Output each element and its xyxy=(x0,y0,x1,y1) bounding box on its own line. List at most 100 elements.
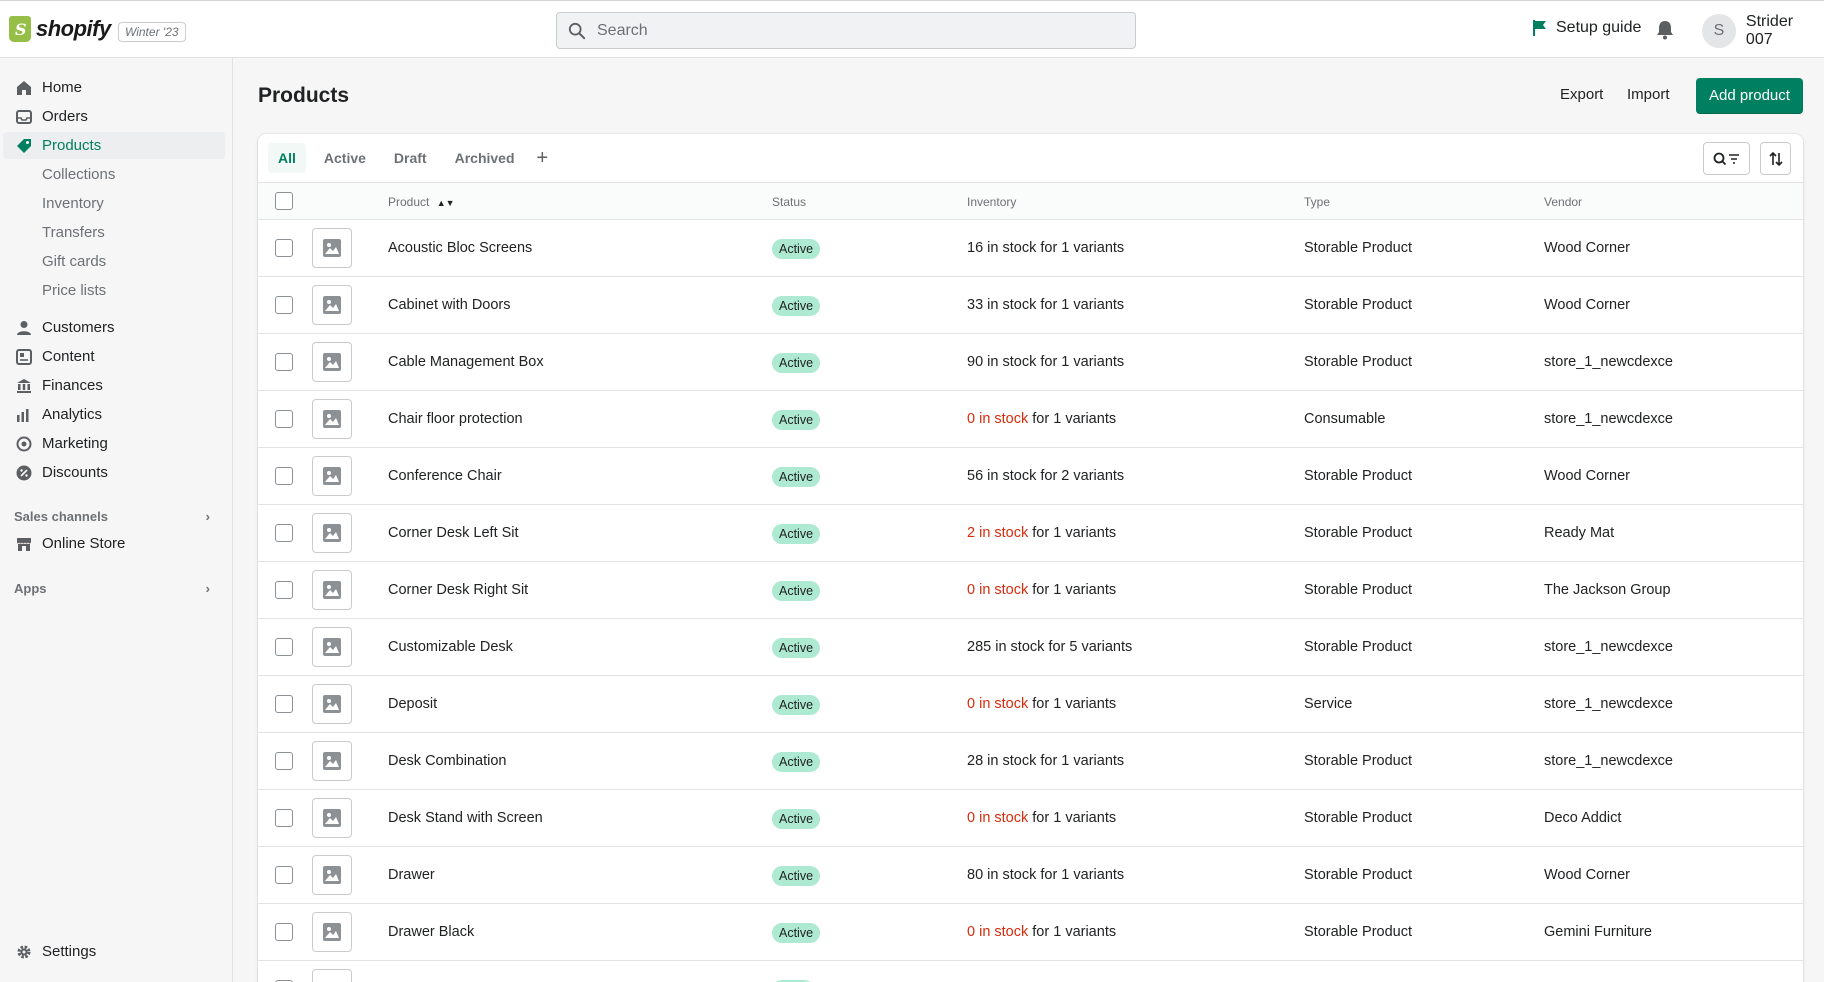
product-name[interactable]: Acoustic Bloc Screens xyxy=(388,240,532,256)
table-row[interactable]: Acoustic Bloc Screens Active 16 in stock f… xyxy=(258,220,1803,277)
sidebar-item-analytics[interactable]: Analytics xyxy=(3,401,225,428)
sidebar-item-content[interactable]: Content xyxy=(3,343,225,370)
product-name[interactable]: Customizable Desk xyxy=(388,639,513,655)
product-thumbnail[interactable] xyxy=(312,855,352,895)
table-row[interactable]: Customizable Desk Active 285 in stock for … xyxy=(258,619,1803,676)
row-checkbox[interactable] xyxy=(275,353,293,371)
export-button[interactable]: Export xyxy=(1560,86,1603,103)
search-filter-button[interactable] xyxy=(1703,142,1750,175)
product-name[interactable]: Drawer Black xyxy=(388,924,474,940)
tab-draft[interactable]: Draft xyxy=(384,143,437,173)
chevron-right-icon: › xyxy=(205,581,210,596)
table-row[interactable]: Drawer Black Active 0 in stock for 1 varia… xyxy=(258,904,1803,961)
sidebar-item-finances[interactable]: Finances xyxy=(3,372,225,399)
sidebar-item-home[interactable]: Home xyxy=(3,74,225,101)
user-menu[interactable]: S Strider 007 xyxy=(1702,13,1824,49)
product-name[interactable]: Chair floor protection xyxy=(388,411,523,427)
product-thumbnail[interactable] xyxy=(312,342,352,382)
sort-button[interactable] xyxy=(1760,142,1791,175)
sidebar-item-orders[interactable]: Orders xyxy=(3,103,225,130)
sidebar-item-marketing[interactable]: Marketing xyxy=(3,430,225,457)
row-checkbox[interactable] xyxy=(275,695,293,713)
sales-channels-header[interactable]: Sales channels › xyxy=(14,509,210,524)
user-name: Strider 007 xyxy=(1745,13,1794,48)
sidebar-item-collections[interactable]: Collections xyxy=(3,161,225,188)
image-placeholder-icon xyxy=(323,353,341,371)
row-checkbox[interactable] xyxy=(275,524,293,542)
tab-all[interactable]: All xyxy=(268,143,306,173)
product-thumbnail[interactable] xyxy=(312,228,352,268)
product-thumbnail[interactable] xyxy=(312,912,352,952)
product-name[interactable]: Deposit xyxy=(388,696,437,712)
product-type: Storable Product xyxy=(1304,297,1413,313)
product-name[interactable]: Cable Management Box xyxy=(388,354,544,370)
product-name[interactable]: Corner Desk Left Sit xyxy=(388,525,519,541)
stock-count: 90 in stock xyxy=(967,354,1037,370)
sidebar-item-settings[interactable]: Settings xyxy=(3,938,225,965)
column-product[interactable]: Product ▲▼ xyxy=(388,195,455,209)
row-checkbox[interactable] xyxy=(275,923,293,941)
row-checkbox[interactable] xyxy=(275,239,293,257)
column-label: Product xyxy=(388,195,430,209)
row-checkbox[interactable] xyxy=(275,296,293,314)
product-thumbnail[interactable] xyxy=(312,513,352,553)
variant-count: for 1 variants xyxy=(1028,924,1117,940)
add-product-button[interactable]: Add product xyxy=(1696,78,1803,114)
product-thumbnail[interactable] xyxy=(312,285,352,325)
row-checkbox[interactable] xyxy=(275,752,293,770)
tab-archived[interactable]: Archived xyxy=(445,143,525,173)
product-name[interactable]: Desk Combination xyxy=(388,753,506,769)
table-row[interactable]: Deposit Active 0 in stock for 1 variants Se… xyxy=(258,676,1803,733)
row-checkbox[interactable] xyxy=(275,638,293,656)
sidebar-item-transfers[interactable]: Transfers xyxy=(3,219,225,246)
product-thumbnail[interactable] xyxy=(312,798,352,838)
sidebar-item-customers[interactable]: Customers xyxy=(3,314,225,341)
row-checkbox[interactable] xyxy=(275,467,293,485)
product-thumbnail[interactable] xyxy=(312,570,352,610)
table-row[interactable]: Drawer Active 80 in stock for 1 variants St… xyxy=(258,847,1803,904)
product-name[interactable]: Conference Chair xyxy=(388,468,502,484)
sidebar-item-label: Analytics xyxy=(42,406,103,423)
image-placeholder-icon xyxy=(323,809,341,827)
apps-header[interactable]: Apps › xyxy=(14,581,210,596)
product-thumbnail[interactable] xyxy=(312,684,352,724)
row-checkbox[interactable] xyxy=(275,866,293,884)
product-thumbnail[interactable] xyxy=(312,627,352,667)
sidebar-item-discounts[interactable]: Discounts xyxy=(3,459,225,486)
product-name[interactable]: Corner Desk Right Sit xyxy=(388,582,528,598)
import-button[interactable]: Import xyxy=(1627,86,1670,103)
table-row[interactable]: Chair floor protection Active 0 in stock f… xyxy=(258,391,1803,448)
product-thumbnail[interactable] xyxy=(312,399,352,439)
row-checkbox[interactable] xyxy=(275,809,293,827)
table-row[interactable]: Cable Management Box Active 90 in stock fo… xyxy=(258,334,1803,391)
bar-chart-icon xyxy=(17,409,29,422)
table-row[interactable]: Desk Stand with Screen Active 0 in stock f… xyxy=(258,790,1803,847)
product-name[interactable]: Desk Stand with Screen xyxy=(388,810,543,826)
search-input[interactable]: Search xyxy=(556,12,1136,49)
select-all-checkbox[interactable] xyxy=(275,192,293,210)
setup-guide-button[interactable]: Setup guide xyxy=(1532,19,1641,37)
status-badge: Active xyxy=(772,353,821,373)
tab-active[interactable]: Active xyxy=(314,143,376,173)
notifications-bell-icon[interactable] xyxy=(1656,20,1674,45)
sidebar-item-price-lists[interactable]: Price lists xyxy=(3,277,225,304)
table-row[interactable] xyxy=(258,961,1803,982)
product-thumbnail[interactable] xyxy=(312,969,352,982)
product-thumbnail[interactable] xyxy=(312,741,352,781)
row-checkbox[interactable] xyxy=(275,410,293,428)
table-row[interactable]: Corner Desk Right Sit Active 0 in stock fo… xyxy=(258,562,1803,619)
shopify-logo[interactable]: shopify xyxy=(9,16,111,42)
product-thumbnail[interactable] xyxy=(312,456,352,496)
table-row[interactable]: Corner Desk Left Sit Active 2 in stock for… xyxy=(258,505,1803,562)
sidebar-item-inventory[interactable]: Inventory xyxy=(3,190,225,217)
product-name[interactable]: Cabinet with Doors xyxy=(388,297,511,313)
sidebar-item-gift-cards[interactable]: Gift cards xyxy=(3,248,225,275)
row-checkbox[interactable] xyxy=(275,581,293,599)
add-view-icon[interactable]: + xyxy=(537,147,549,170)
table-row[interactable]: Conference Chair Active 56 in stock for 2 … xyxy=(258,448,1803,505)
product-name[interactable]: Drawer xyxy=(388,867,435,883)
table-row[interactable]: Desk Combination Active 28 in stock for 1 … xyxy=(258,733,1803,790)
sidebar-item-online-store[interactable]: Online Store xyxy=(3,530,225,557)
table-row[interactable]: Cabinet with Doors Active 33 in stock for … xyxy=(258,277,1803,334)
sidebar-item-products[interactable]: Products xyxy=(3,132,225,159)
